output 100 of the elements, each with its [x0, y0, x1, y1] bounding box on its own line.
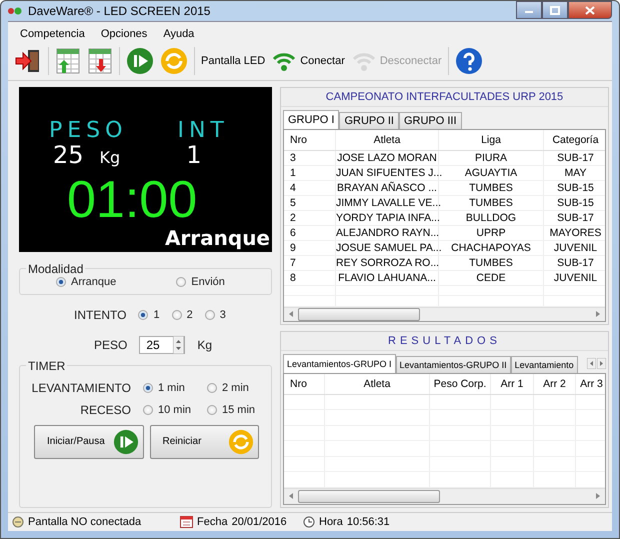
radio-option[interactable]: Arranque — [56, 276, 116, 288]
unit-label: Kg — [197, 338, 212, 352]
table-cell: JOSUE SAMUEL PA... — [336, 240, 439, 255]
toolbar-button[interactable]: Pantalla LED — [199, 44, 268, 77]
group-title: Modalidad — [27, 262, 84, 276]
table-cell: CHACHAPOYAS — [439, 240, 544, 255]
field-label: RECESO — [80, 402, 131, 417]
table-cell: SUB-17 — [544, 150, 605, 165]
weight-unit: Kg — [100, 146, 120, 169]
maximize-button[interactable] — [542, 1, 568, 19]
table-cell: TUMBES — [439, 180, 544, 195]
date-label: Fecha — [197, 516, 228, 528]
field-label: LEVANTAMIENTO — [32, 380, 131, 395]
table-cell: 3 — [284, 150, 336, 165]
radio-option[interactable]: 1 min — [143, 382, 195, 394]
weight-spinner[interactable]: 25 — [139, 336, 186, 354]
toolbar-button[interactable]: Conectar — [269, 44, 347, 77]
time-value: 10:56:31 — [346, 516, 390, 528]
help-icon — [454, 46, 483, 75]
scroll-right-icon[interactable] — [594, 310, 602, 318]
scroll-left-icon[interactable] — [587, 358, 596, 369]
radio-option[interactable]: 10 min — [143, 404, 195, 416]
tab[interactable]: Levantamientos-GRUPO II — [396, 356, 511, 373]
column-header[interactable]: Liga — [439, 130, 544, 150]
radio-option[interactable]: 2 — [172, 308, 193, 321]
field-label: INTENTO — [74, 308, 126, 322]
radio-option[interactable]: 3 — [204, 308, 226, 321]
connection-status: Pantalla NO conectada — [28, 516, 142, 528]
table-cell: 6 — [284, 226, 336, 240]
table-cell: SUB-15 — [544, 196, 605, 210]
menu-item[interactable]: Competencia — [12, 28, 93, 40]
window-title: DaveWare® - LED SCREEN 2015 — [28, 4, 210, 18]
table-cell: FLAVIO LAHUANA... — [336, 270, 439, 285]
tab[interactable]: Levantamiento — [510, 356, 578, 373]
time-label: Hora — [319, 516, 343, 528]
column-header[interactable]: Nro — [284, 374, 325, 394]
column-header[interactable]: Nro — [284, 130, 336, 150]
table-cell: PIURA — [439, 150, 544, 165]
tab[interactable]: GRUPO III — [398, 112, 462, 129]
minimize-button[interactable] — [516, 1, 542, 19]
reset-button[interactable]: Reiniciar — [150, 424, 259, 459]
table-cell: BRAYAN AÑASCO ... — [336, 180, 439, 195]
column-header[interactable]: Arr 2 — [534, 374, 576, 394]
horizontal-scrollbar[interactable] — [284, 306, 605, 321]
start-pause-button[interactable]: Iniciar/Pausa — [34, 424, 144, 459]
attempt-label: INT — [177, 120, 229, 142]
calendar-icon — [180, 516, 193, 528]
weight-label: PESO — [49, 120, 128, 142]
table-cell: ALEJANDRO RAYN... — [336, 226, 439, 240]
close-icon — [585, 6, 595, 14]
scroll-left-icon[interactable] — [287, 310, 295, 318]
clock-icon — [303, 516, 315, 528]
menu-item[interactable]: Ayuda — [155, 28, 202, 40]
column-header[interactable]: Atleta — [325, 374, 430, 394]
table-cell: JOSE LAZO MORAN — [336, 150, 439, 165]
table-cell: MAYORES — [544, 226, 605, 240]
radio-option[interactable]: 15 min — [207, 404, 259, 416]
table-cell: SUB-17 — [544, 256, 605, 270]
radio-option[interactable]: 1 — [138, 308, 160, 321]
table-cell: SUB-17 — [544, 210, 605, 225]
radio-option[interactable]: Envión — [176, 276, 225, 288]
table-cell: JUVENIL — [544, 240, 605, 255]
table-cell: TUMBES — [439, 196, 544, 210]
column-header[interactable]: Arr 3 — [576, 374, 605, 394]
tab[interactable]: Levantamientos-GRUPO I — [283, 354, 396, 373]
table-cell: BULLDOG — [439, 210, 544, 225]
scroll-right-icon[interactable] — [594, 492, 602, 500]
refresh-icon — [228, 428, 254, 455]
close-button[interactable] — [568, 1, 612, 19]
scroll-left-icon[interactable] — [287, 492, 295, 500]
refresh-icon — [160, 46, 188, 75]
table-cell: JUAN SIFUENTES J... — [336, 166, 439, 180]
table-cell: UPRP — [439, 226, 544, 240]
table-cell: 2 — [284, 210, 336, 225]
table-cell: MAY — [544, 166, 605, 180]
table-cell: 9 — [284, 240, 336, 255]
attempt-value: 1 — [186, 142, 202, 168]
column-header[interactable]: Categoría — [544, 130, 605, 150]
horizontal-scrollbar[interactable] — [284, 488, 605, 504]
table-cell: TUMBES — [439, 256, 544, 270]
tab[interactable]: GRUPO I — [283, 110, 340, 129]
play-pause-icon — [126, 46, 154, 75]
table-cell: REY SORROZA RO... — [336, 256, 439, 270]
scroll-right-icon[interactable] — [597, 358, 606, 369]
radio-option[interactable]: 2 min — [207, 382, 259, 394]
plug-icon — [12, 516, 24, 528]
column-header[interactable]: Atleta — [336, 130, 439, 150]
table-cell: CEDE — [439, 270, 544, 285]
menu-item[interactable]: Opciones — [92, 28, 156, 40]
weight-value: 25 — [53, 142, 84, 168]
play-pause-icon — [112, 428, 138, 455]
table-cell: 4 — [284, 180, 336, 195]
group-title: TIMER — [27, 358, 66, 373]
tab[interactable]: GRUPO II — [339, 112, 399, 129]
column-header[interactable]: Peso Corp. — [430, 374, 491, 394]
table-cell: SUB-15 — [544, 180, 605, 195]
table-cell: 5 — [284, 196, 336, 210]
column-header[interactable]: Arr 1 — [491, 374, 534, 394]
maximize-icon — [550, 6, 560, 14]
table-cell: 7 — [284, 256, 336, 270]
